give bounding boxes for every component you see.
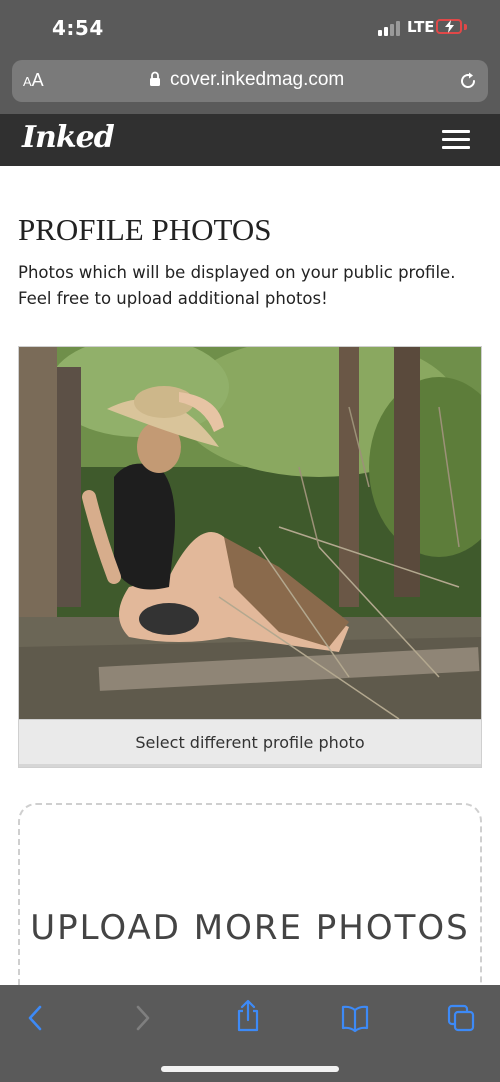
tabs-icon[interactable] (446, 1003, 476, 1033)
status-time: 4:54 (52, 16, 104, 40)
back-icon[interactable] (24, 1003, 46, 1033)
profile-photo[interactable] (19, 347, 481, 719)
hamburger-menu-icon[interactable] (442, 130, 470, 150)
url-text[interactable]: cover.inkedmag.com (170, 69, 344, 91)
bookmarks-icon[interactable] (340, 1003, 370, 1033)
home-indicator (161, 1066, 339, 1072)
page-title: PROFILE PHOTOS (18, 212, 272, 247)
address-bar[interactable]: AA cover.inkedmag.com (12, 60, 488, 102)
status-bar: 4:54 LTE (0, 0, 500, 58)
site-header: Inked (0, 114, 500, 166)
profile-photos-description: Photos which will be displayed on your p… (18, 263, 456, 308)
lock-icon (150, 71, 160, 86)
share-icon[interactable] (234, 999, 262, 1033)
select-profile-photo-button[interactable]: Select different profile photo (19, 719, 481, 767)
signal-strength-icon (378, 20, 404, 36)
upload-title: UPLOAD MORE PHOTOS (30, 908, 470, 948)
forward-icon[interactable] (132, 1003, 154, 1033)
battery-charging-icon (436, 19, 462, 34)
profile-photo-card: Select different profile photo (18, 346, 482, 768)
browser-address-area: AA cover.inkedmag.com (0, 58, 500, 114)
network-type: LTE (407, 18, 435, 36)
battery-nub (464, 24, 467, 30)
reload-icon[interactable] (458, 71, 478, 91)
site-logo[interactable]: Inked (22, 120, 115, 155)
text-size-button[interactable]: AA (23, 70, 44, 91)
